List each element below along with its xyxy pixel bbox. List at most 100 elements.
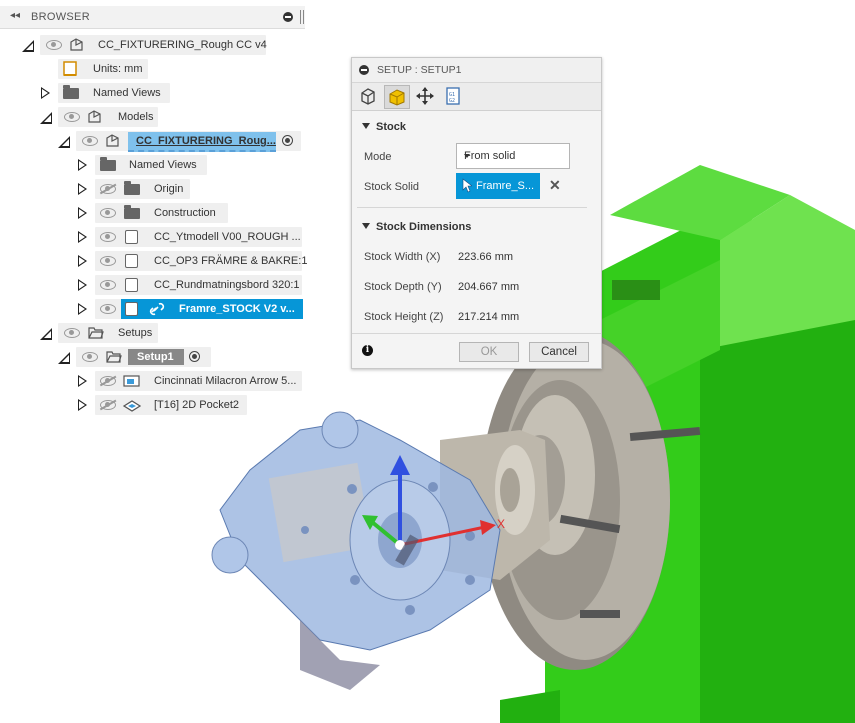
resize-grip-icon[interactable]: [300, 10, 304, 24]
chevron-down-icon: [464, 154, 470, 158]
construction-label: Construction: [154, 207, 216, 219]
root-label: CC_FIXTURERING_Rough CC v4: [98, 39, 267, 51]
expand-right-icon[interactable]: [78, 159, 87, 171]
models-label: Models: [118, 111, 154, 123]
width-label: Stock Width (X): [364, 251, 441, 263]
units-row[interactable]: Units: mm: [0, 59, 306, 79]
open-folder-icon: [106, 351, 122, 363]
setup-cube-icon: [361, 88, 375, 105]
cursor-arrow-icon: [462, 178, 472, 193]
expand-down-icon[interactable]: [58, 352, 70, 364]
visibility-eye-icon[interactable]: [100, 232, 116, 242]
tab-post-process[interactable]: [413, 85, 437, 107]
tree-models[interactable]: Models: [0, 107, 306, 127]
browser-title: BROWSER: [31, 11, 90, 23]
tree-body-3[interactable]: CC_Rundmatningsbord 320:1: [0, 275, 306, 295]
visibility-eye-icon[interactable]: [100, 304, 116, 314]
expand-right-icon[interactable]: [78, 183, 87, 195]
tab-setup[interactable]: [356, 85, 380, 107]
expand-down-icon[interactable]: [40, 328, 52, 340]
visibility-eye-icon[interactable]: [46, 40, 62, 50]
ok-button[interactable]: OK: [459, 342, 519, 362]
visibility-eye-icon[interactable]: [64, 112, 80, 122]
expand-right-icon[interactable]: [78, 279, 87, 291]
expand-right-icon[interactable]: [78, 207, 87, 219]
expand-right-icon[interactable]: [78, 255, 87, 267]
tree-component[interactable]: CC_FIXTURERING_Roug...: [0, 131, 306, 152]
divider: [357, 207, 587, 208]
browser-header: ◂◂ BROWSER: [0, 6, 305, 29]
setup-dialog: SETUP : SETUP1 G1 G2 Stock Mode From soli…: [351, 57, 602, 369]
tab-stock[interactable]: [384, 85, 410, 109]
tree-setup1[interactable]: Setup1: [0, 347, 306, 367]
tree-comp-named-views[interactable]: Named Views: [0, 155, 306, 175]
tree-origin[interactable]: Origin: [0, 179, 306, 199]
browser-panel: ◂◂ BROWSER CC_FIXTURERING_Rough CC v4 Un…: [0, 0, 308, 420]
expand-right-icon[interactable]: [78, 399, 87, 411]
visibility-eye-icon[interactable]: [100, 280, 116, 290]
tree-named-views[interactable]: Named Views: [0, 83, 306, 103]
minimize-icon[interactable]: [359, 65, 369, 75]
comp-named-views-label: Named Views: [129, 159, 197, 171]
visibility-eye-icon[interactable]: [100, 208, 116, 218]
info-icon[interactable]: i: [362, 345, 373, 356]
setup1-label: Setup1: [137, 351, 174, 363]
visibility-eye-icon[interactable]: [82, 136, 98, 146]
folder-icon: [124, 205, 140, 219]
mode-label: Mode: [364, 151, 392, 163]
tree-body-1[interactable]: CC_Ytmodell V00_ROUGH ...: [0, 227, 306, 247]
visibility-eye-icon[interactable]: [100, 256, 116, 266]
divider: [352, 333, 601, 334]
expand-right-icon[interactable]: [78, 375, 87, 387]
folder-icon: [124, 181, 140, 195]
body-2-label: CC_OP3 FRÄMRE & BAKRE:1: [154, 255, 308, 267]
minimize-icon[interactable]: [283, 12, 293, 22]
tree-machine[interactable]: Cincinnati Milacron Arrow 5...: [0, 371, 306, 391]
hidden-eye-icon[interactable]: [100, 376, 116, 386]
hidden-eye-icon[interactable]: [100, 184, 116, 194]
stock-solid-select[interactable]: Framre_S...: [456, 173, 540, 199]
mode-select[interactable]: From solid: [456, 143, 570, 169]
expand-down-icon[interactable]: [40, 112, 52, 124]
visibility-eye-icon[interactable]: [82, 352, 98, 362]
tab-ncprogram[interactable]: G1 G2: [441, 85, 465, 107]
body-icon: [125, 230, 138, 244]
expand-right-icon[interactable]: [78, 231, 87, 243]
origin-label: Origin: [154, 183, 184, 195]
clear-selection-icon[interactable]: ✕: [549, 177, 561, 194]
component-icon: [88, 110, 101, 123]
tree-operation[interactable]: [T16] 2D Pocket2: [0, 395, 306, 415]
dims-section-header[interactable]: Stock Dimensions: [362, 221, 471, 233]
tree-construction[interactable]: Construction: [0, 203, 306, 223]
body-icon: [125, 302, 138, 316]
program-icon: G1G2: [446, 87, 460, 105]
tree-root[interactable]: CC_FIXTURERING_Rough CC v4: [0, 35, 306, 55]
move-arrows-icon: [416, 87, 434, 105]
tree-setups[interactable]: Setups: [0, 323, 306, 343]
collapse-left-icon[interactable]: ◂◂: [10, 10, 20, 21]
units-label: Units: mm: [93, 63, 143, 75]
pocket-operation-icon: [123, 400, 141, 412]
stock-cube-icon: [389, 89, 405, 106]
activate-radio-icon[interactable]: [189, 351, 200, 362]
x-axis-label: X: [497, 517, 505, 531]
stock-solid-label: Stock Solid: [364, 181, 420, 193]
open-folder-icon: [88, 327, 104, 339]
expand-down-icon[interactable]: [58, 136, 70, 148]
width-value: 223.66 mm: [458, 251, 514, 263]
tree-body-4[interactable]: Framre_STOCK V2 v...: [0, 299, 306, 319]
hidden-eye-icon[interactable]: [100, 400, 116, 410]
tree-body-2[interactable]: CC_OP3 FRÄMRE & BAKRE:1: [0, 251, 308, 271]
visibility-eye-icon[interactable]: [64, 328, 80, 338]
expand-right-icon[interactable]: [78, 303, 87, 315]
svg-text:G2: G2: [449, 98, 455, 104]
document-icon: [63, 61, 77, 76]
machine-label: Cincinnati Milacron Arrow 5...: [154, 375, 297, 387]
cancel-button[interactable]: Cancel: [529, 342, 589, 362]
expand-right-icon[interactable]: [41, 87, 50, 99]
activate-radio-icon[interactable]: [282, 135, 293, 146]
depth-label: Stock Depth (Y): [364, 281, 442, 293]
expand-down-icon[interactable]: [22, 40, 34, 52]
stock-section-header[interactable]: Stock: [362, 121, 406, 133]
dialog-titlebar[interactable]: SETUP : SETUP1: [352, 58, 601, 83]
